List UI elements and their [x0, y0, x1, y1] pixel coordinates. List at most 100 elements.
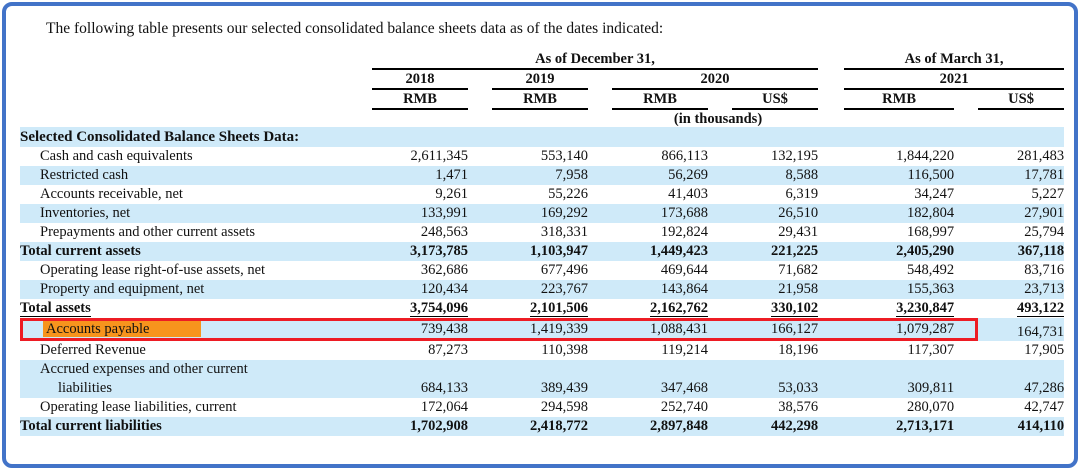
cell-value: 2,101,506 — [492, 299, 588, 318]
cell-value: 2,713,171 — [844, 417, 954, 436]
row-label: Inventories, net — [20, 204, 372, 223]
cell-value: 117,307 — [844, 341, 954, 360]
table-row: Restricted cash1,4717,95856,2698,588116,… — [20, 166, 1064, 185]
cell-value: 120,434 — [372, 280, 468, 299]
cell-value: 3,230,847 — [844, 299, 954, 318]
cell-value: 1,844,220 — [844, 147, 954, 166]
row-label: Accounts receivable, net — [20, 185, 372, 204]
row-label: Deferred Revenue — [20, 341, 372, 360]
cell-value: 56,269 — [612, 166, 708, 185]
total-assets-row: Total assets3,754,096 2,101,506 2,162,762 3… — [20, 299, 1064, 318]
cell-value: 182,804 — [844, 204, 954, 223]
cell-value: 26,510 — [732, 204, 818, 223]
cell-value: 132,195 — [732, 147, 818, 166]
cell-value: 17,781 — [978, 166, 1064, 185]
orange-highlight: Accounts payable — [43, 321, 201, 337]
cell-value: 119,214 — [612, 341, 708, 360]
cell-value: 27,901 — [978, 204, 1064, 223]
row-label: Prepayments and other current assets — [20, 223, 372, 242]
cell-value: 677,496 — [492, 261, 588, 280]
cell-value: 8,588 — [732, 166, 818, 185]
currency-rmb-2020: RMB — [612, 90, 708, 110]
table-row: Prepayments and other current assets248,… — [20, 223, 1064, 242]
row-label: Accounts payable — [20, 318, 372, 341]
cell-value: 143,864 — [612, 280, 708, 299]
currency-usd-2021: US$ — [978, 90, 1064, 110]
row-label: Restricted cash — [20, 166, 372, 185]
currency-usd-2020: US$ — [732, 90, 818, 110]
cell-value: 2,418,772 — [492, 417, 588, 436]
cell-value: 362,686 — [372, 261, 468, 280]
cell-value: 309,811 — [844, 360, 954, 398]
cell-value: 866,113 — [612, 147, 708, 166]
table-row: Accrued expenses and other current liabi… — [20, 360, 1064, 398]
cell-value: 281,483 — [978, 147, 1064, 166]
highlighted-row-accounts-payable: Accounts payable739,4381,419,3391,088,43… — [20, 318, 1064, 341]
table-row: Property and equipment, net120,434 223,76… — [20, 280, 1064, 299]
table-row: Operating lease liabilities, current172,… — [20, 398, 1064, 417]
cell-value: 1,449,423 — [612, 242, 708, 261]
cell-value: 347,468 — [612, 360, 708, 398]
cell-value: 192,824 — [612, 223, 708, 242]
cell-value: 71,682 — [732, 261, 818, 280]
cell-value: 41,403 — [612, 185, 708, 204]
cell-value: 1,103,947 — [492, 242, 588, 261]
section-header-row: Selected Consolidated Balance Sheets Dat… — [20, 127, 1064, 147]
year-2019: 2019 — [492, 70, 588, 90]
row-label: Accrued expenses and other current liabi… — [20, 360, 372, 398]
units-note: (in thousands) — [372, 110, 1064, 127]
intro-text: The following table presents our selecte… — [20, 20, 1060, 38]
cell-value: 223,767 — [492, 280, 588, 299]
cell-value: 164,731 — [978, 318, 1064, 341]
total-current-assets-row: Total current assets3,173,7851,103,9471,… — [20, 242, 1064, 261]
cell-value: 87,273 — [372, 341, 468, 360]
cell-value: 172,064 — [372, 398, 468, 417]
row-label: Total assets — [20, 299, 372, 318]
table-row: Cash and cash equivalents2,611,345553,14… — [20, 147, 1064, 166]
cell-value: 42,747 — [978, 398, 1064, 417]
cell-value: 55,226 — [492, 185, 588, 204]
row-label: Operating lease liabilities, current — [20, 398, 372, 417]
cell-value: 173,688 — [612, 204, 708, 223]
cell-value: 3,754,096 — [372, 299, 468, 318]
cell-value: 3,173,785 — [372, 242, 468, 261]
cell-value: 367,118 — [978, 242, 1064, 261]
cell-value: 29,431 — [732, 223, 818, 242]
period-header-row: As of December 31, As of March 31, — [20, 50, 1064, 70]
currency-header-row: RMB RMB RMB US$ RMB US$ — [20, 90, 1064, 110]
cell-value: 168,997 — [844, 223, 954, 242]
cell-value: 1,088,431 — [612, 318, 708, 341]
table-row: Inventories, net133,991 169,292 173,688 26,… — [20, 204, 1064, 223]
cell-value: 17,905 — [978, 341, 1064, 360]
table-row: Accounts receivable, net9,26155,22641,40… — [20, 185, 1064, 204]
section-header: Selected Consolidated Balance Sheets Dat… — [20, 127, 1064, 147]
cell-value: 38,576 — [732, 398, 818, 417]
cell-value: 252,740 — [612, 398, 708, 417]
cell-value: 280,070 — [844, 398, 954, 417]
cell-value: 1,079,287 — [844, 318, 954, 341]
cell-value: 53,033 — [732, 360, 818, 398]
cell-value: 2,162,762 — [612, 299, 708, 318]
cell-value: 553,140 — [492, 147, 588, 166]
currency-rmb-2019: RMB — [492, 90, 588, 110]
cell-value: 6,319 — [732, 185, 818, 204]
row-label: Property and equipment, net — [20, 280, 372, 299]
row-label: Total current liabilities — [20, 417, 372, 436]
balance-sheet-table: As of December 31, As of March 31, 2018 … — [20, 50, 1064, 436]
cell-value: 34,247 — [844, 185, 954, 204]
cell-value: 294,598 — [492, 398, 588, 417]
cell-value: 248,563 — [372, 223, 468, 242]
year-2020: 2020 — [612, 70, 818, 90]
cell-value: 1,702,908 — [372, 417, 468, 436]
document-frame: The following table presents our selecte… — [2, 2, 1078, 468]
row-label: Operating lease right-of-use assets, net — [20, 261, 372, 280]
table-row: Operating lease right-of-use assets, net… — [20, 261, 1064, 280]
cell-value: 169,292 — [492, 204, 588, 223]
period-header-march: As of March 31, — [844, 50, 1064, 70]
year-2021: 2021 — [844, 70, 1064, 90]
cell-value: 1,471 — [372, 166, 468, 185]
currency-rmb-2018: RMB — [372, 90, 468, 110]
cell-value: 133,991 — [372, 204, 468, 223]
cell-value: 5,227 — [978, 185, 1064, 204]
cell-value: 166,127 — [732, 318, 818, 341]
